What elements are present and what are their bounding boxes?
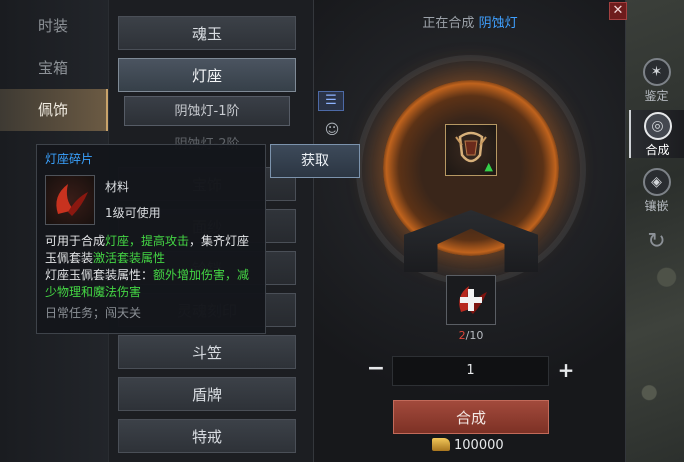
sub-item-lamp-tier1[interactable]: 阴蚀灯-1阶 xyxy=(124,96,290,126)
desc-part-d: 激活套装属性 xyxy=(93,251,166,265)
tab-identify-label: 鉴定 xyxy=(644,89,669,103)
close-button[interactable]: ✕ xyxy=(609,2,627,20)
desc-part-a: 可用于合成 xyxy=(45,234,106,248)
synthesize-icon: ◎ xyxy=(643,112,672,140)
tab-identify[interactable]: ✶ 鉴定 xyxy=(629,56,684,104)
tooltip-source: 日常任务；闯天关 xyxy=(45,306,142,320)
cost-value: 100000 xyxy=(454,438,504,453)
list-item-soul-jade[interactable]: 魂玉 xyxy=(118,16,296,50)
synthesize-button[interactable]: 合成 xyxy=(393,400,549,434)
decrease-quantity-button[interactable]: − xyxy=(366,358,386,382)
list-item-ring[interactable]: 特戒 xyxy=(118,419,296,453)
material-count: 2/10 xyxy=(446,329,496,342)
obtain-button[interactable]: 获取 xyxy=(270,144,360,178)
person-icon[interactable]: ☺ xyxy=(322,122,342,142)
tooltip-item-type: 材料 xyxy=(105,180,130,194)
tab-inlay-label: 镶嵌 xyxy=(644,199,669,213)
fragment-shape-icon xyxy=(56,184,88,216)
lamp-fragment-icon xyxy=(45,175,95,225)
material-slot[interactable] xyxy=(446,275,496,325)
quantity-field[interactable]: 1 xyxy=(392,356,549,386)
gold-ingot-icon xyxy=(432,438,450,451)
tab-synthesize-label: 合成 xyxy=(645,143,670,157)
refresh-icon: ↻ xyxy=(647,229,666,254)
status-target: 阴蚀灯 xyxy=(478,16,518,31)
category-fashion[interactable]: 时装 xyxy=(0,5,108,47)
tab-synthesize[interactable]: ◎ 合成 xyxy=(629,110,684,158)
list-item-shield[interactable]: 盾牌 xyxy=(118,377,296,411)
lamp-fragment-plus-icon xyxy=(459,286,487,314)
cost-display: 100000 xyxy=(432,438,532,453)
material-need: /10 xyxy=(465,329,484,342)
item-tooltip: 灯座碎片 材料 1级可使用 可用于合成灯座，提高攻击，集齐灯座玉佩套装激活套装属… xyxy=(36,144,266,334)
identify-icon: ✶ xyxy=(642,58,671,86)
list-menu-icon[interactable]: ☰ xyxy=(318,91,344,111)
desc-part-b: 灯座，提高攻击 xyxy=(105,234,190,248)
inlay-icon: ◈ xyxy=(642,168,671,196)
synthesis-status: 正在合成 阴蚀灯 xyxy=(314,12,626,31)
material-have: 2 xyxy=(458,329,466,342)
desc-part-e: 灯座玉佩套装属性： xyxy=(45,268,154,282)
category-chest[interactable]: 宝箱 xyxy=(0,47,108,89)
list-item-hat[interactable]: 斗笠 xyxy=(118,335,296,369)
category-accessory[interactable]: 佩饰 xyxy=(0,89,108,131)
tooltip-title: 灯座碎片 xyxy=(45,152,94,166)
tab-inlay[interactable]: ◈ 镶嵌 xyxy=(629,166,684,214)
target-item-slot[interactable]: ▲ xyxy=(445,124,497,176)
increase-quantity-button[interactable]: + xyxy=(556,358,576,382)
tooltip-description: 可用于合成灯座，提高攻击，集齐灯座玉佩套装激活套装属性 灯座玉佩套装属性：额外增… xyxy=(45,233,259,301)
list-item-lamp-base[interactable]: 灯座 xyxy=(118,58,296,92)
upgrade-arrow-icon: ▲ xyxy=(484,160,493,173)
status-prefix: 正在合成 xyxy=(422,16,479,31)
tab-refresh[interactable]: ↻ xyxy=(629,228,684,276)
tooltip-item-level: 1级可使用 xyxy=(105,206,161,220)
